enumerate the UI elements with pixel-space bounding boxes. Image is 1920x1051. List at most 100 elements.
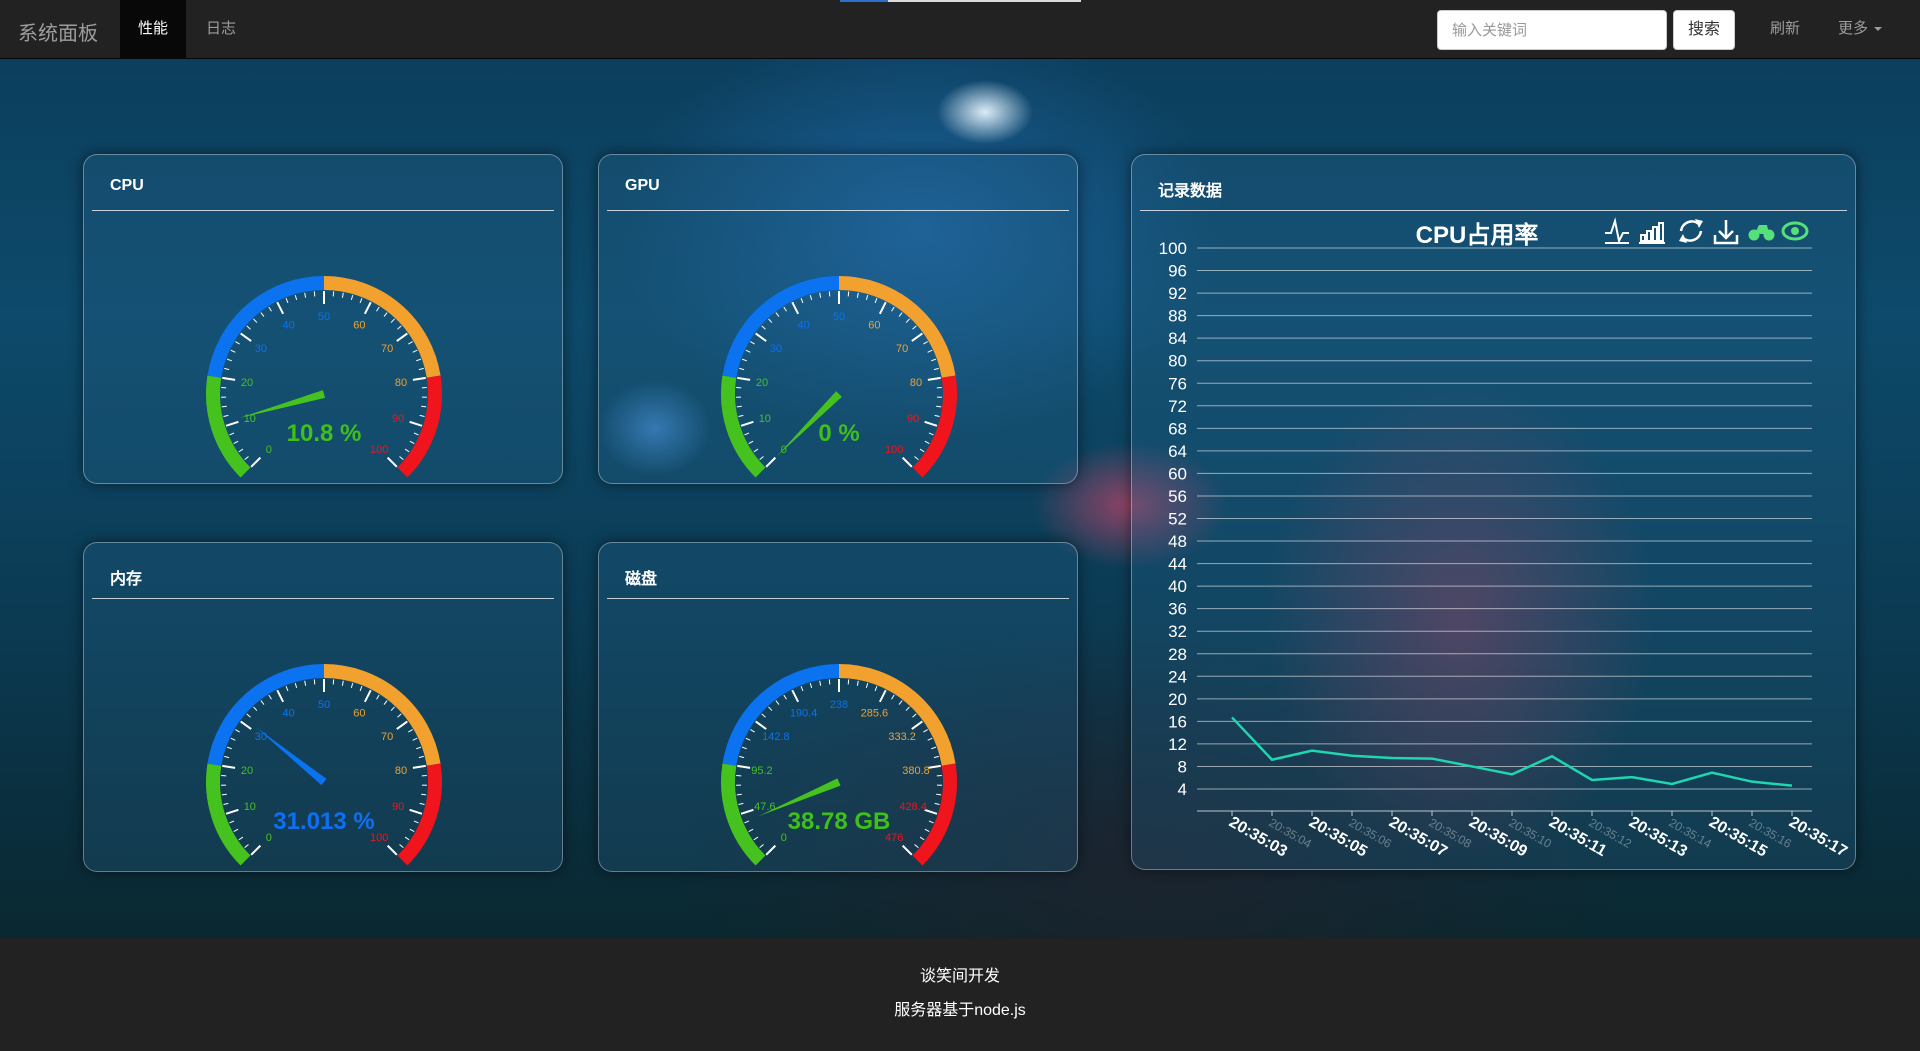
gauge-tick <box>260 700 265 705</box>
panel-title: 磁盘 <box>625 571 658 588</box>
gauge-tick <box>246 713 251 718</box>
gauge-tick-label: 90 <box>392 801 404 813</box>
footer-line-2: 服务器基于node.js <box>894 1002 1026 1019</box>
gauge-band-2 <box>838 664 956 766</box>
more-dropdown[interactable]: 更多 <box>1838 0 1883 58</box>
gauge-tick <box>235 341 240 345</box>
gauge-tick <box>791 301 800 315</box>
gauge-band-1 <box>207 276 325 378</box>
gauge-tick <box>901 456 913 468</box>
tab-performance[interactable]: 性能 <box>120 0 187 58</box>
cpu-gauge: 010203040506070809010010.8 % <box>206 276 442 478</box>
gauge-tick <box>399 844 404 849</box>
gauge-pointer <box>255 726 327 786</box>
gauge-tick <box>223 802 229 805</box>
gauge-tick <box>408 729 413 733</box>
gauge-tick <box>809 294 813 301</box>
gauge-tick <box>230 737 236 741</box>
gauge-tick <box>359 686 363 692</box>
disk-gauge: 0 47.6 95.2 142.8190.4 238 285.6 333.2 380.8 428… <box>721 664 957 866</box>
gpu-panel: GPU 0 10 20 30 40 50 60 70 80 90 100 0 % <box>598 154 1078 484</box>
gauge-tick <box>740 420 754 427</box>
gauge-tick <box>276 689 285 703</box>
gauge-tick <box>739 367 745 371</box>
gauge-tick <box>819 680 822 686</box>
refresh-link[interactable]: 刷新 <box>1770 0 1800 58</box>
gauge-tick-label: 90 <box>392 413 404 425</box>
gauge-tick <box>924 828 930 833</box>
gauge-tick <box>898 312 903 317</box>
gauge-tick <box>421 793 427 796</box>
y-tick-label: 88 <box>1168 307 1187 326</box>
gauge-tick <box>222 764 236 769</box>
tab-log[interactable]: 日志 <box>188 0 254 58</box>
gauge-tick <box>748 440 754 445</box>
gauge-band-1 <box>722 664 840 766</box>
gauge-tick <box>928 820 934 824</box>
gauge-tick-label: 0 <box>266 444 272 456</box>
gauge-value-text: 0 % <box>818 420 859 447</box>
gauge-tick <box>856 292 859 298</box>
gauge-tick <box>419 802 425 805</box>
gauge-tick <box>240 720 252 730</box>
gauge-tick <box>931 358 937 362</box>
footer-line-1: 谈笑间开发 <box>919 968 1000 985</box>
y-tick-label: 48 <box>1168 532 1187 551</box>
bike-icon[interactable] <box>1748 225 1775 241</box>
line-chart-icon[interactable] <box>1605 217 1629 245</box>
gauge-tick <box>226 746 232 750</box>
gauge-tick <box>783 694 787 700</box>
y-tick-label: 12 <box>1168 735 1187 754</box>
gauge-tick-label: 47.6 <box>754 801 775 813</box>
gauge-tick-label: 333.2 <box>888 731 916 743</box>
gauge-tick <box>413 432 419 436</box>
gauge-tick <box>744 820 750 824</box>
gauge-tick <box>737 376 751 381</box>
gauge-tick <box>878 689 887 703</box>
gauge-tick <box>390 318 395 323</box>
panel-title: CPU <box>110 177 144 194</box>
gauge-tick <box>268 306 272 312</box>
gauge-tick <box>404 448 410 453</box>
gauge-tick-label: 10 <box>759 413 771 425</box>
memory-panel: 内存 0 10 20 30 40 50 60 70 80 90 100 31.013 % <box>83 542 563 872</box>
gauge-tick <box>383 700 388 705</box>
search-input[interactable] <box>1437 10 1667 50</box>
series-line-0 <box>1231 716 1793 787</box>
bar-chart-icon[interactable] <box>1639 222 1665 244</box>
gauge-tick <box>927 349 933 353</box>
download-icon[interactable] <box>1713 220 1739 245</box>
gauge-tick-label: 40 <box>282 320 294 332</box>
gauge-tick <box>905 706 910 711</box>
gauge-tick <box>809 682 813 689</box>
y-tick-label: 52 <box>1168 510 1187 529</box>
restore-icon[interactable] <box>1679 219 1703 243</box>
gauge-tick-label: 285.6 <box>861 708 889 720</box>
eye-icon[interactable] <box>1781 221 1809 241</box>
gauge-tick <box>740 808 754 815</box>
gauge-tick <box>409 808 423 815</box>
brand-title[interactable]: 系统面板 <box>18 17 98 46</box>
gauge-tick <box>933 755 939 759</box>
gauge-tick <box>341 680 344 686</box>
gauge-tick <box>221 405 227 408</box>
gauge-tick <box>912 325 917 330</box>
gauge-tick <box>800 686 804 692</box>
gauge-tick <box>397 325 402 330</box>
search-button[interactable]: 搜索 <box>1673 10 1735 50</box>
y-tick-label: 96 <box>1168 262 1187 281</box>
memory-gauge: 010203040506070809010031.013 % <box>206 664 442 866</box>
gauge-tick <box>229 820 235 824</box>
top-accent-gray <box>888 0 1081 2</box>
gauge-tick <box>738 802 744 805</box>
y-tick-label: 84 <box>1168 329 1187 348</box>
gauge-tick <box>768 318 773 323</box>
gauge-tick <box>304 680 307 686</box>
gauge-tick <box>412 737 418 741</box>
gauge-tick <box>737 764 751 769</box>
gauge-tick-label: 90 <box>907 413 919 425</box>
gauge-tick <box>285 686 289 692</box>
y-tick-label: 4 <box>1178 780 1187 799</box>
gauge-tick-label: 60 <box>353 320 365 332</box>
gauge-pointer <box>239 390 326 419</box>
